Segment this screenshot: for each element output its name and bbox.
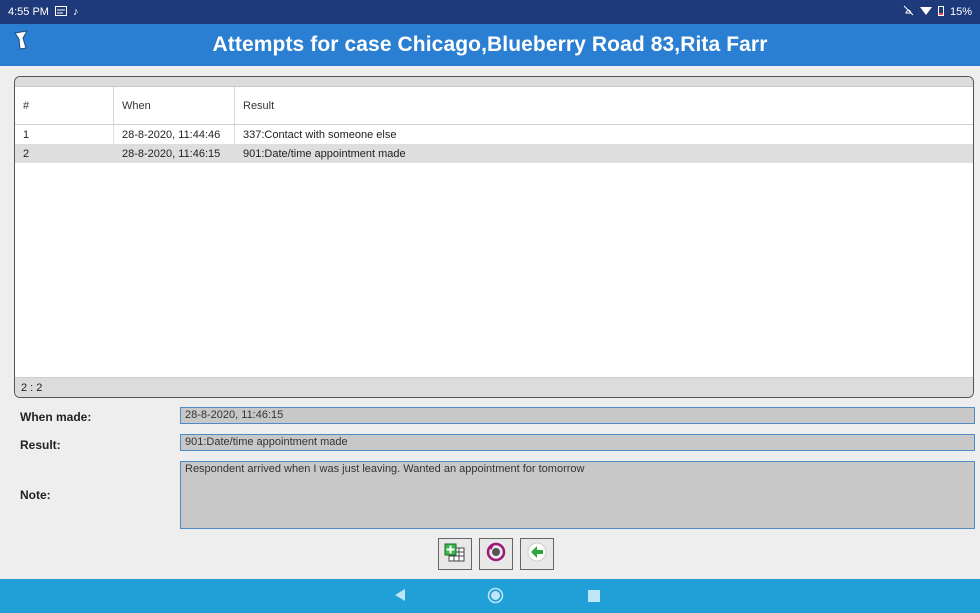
column-header-number[interactable]: # bbox=[15, 87, 114, 125]
attempts-table-panel: # When Result 1 28-8-2020, 11:44:46 337:… bbox=[14, 76, 974, 398]
battery-percent: 15% bbox=[949, 6, 972, 18]
nav-home-icon[interactable] bbox=[487, 587, 504, 609]
cell-when: 28-8-2020, 11:46:15 bbox=[113, 144, 235, 163]
attempts-table: # When Result 1 28-8-2020, 11:44:46 337:… bbox=[15, 87, 973, 163]
app-bar: Attempts for case Chicago,Blueberry Road… bbox=[0, 24, 980, 66]
note-label: Note: bbox=[20, 488, 51, 502]
record-counter: 2 : 2 bbox=[15, 377, 973, 397]
cell-result: 337:Contact with someone else bbox=[243, 128, 397, 141]
page-title: Attempts for case Chicago,Blueberry Road… bbox=[212, 33, 768, 56]
table-top-strip bbox=[15, 77, 973, 87]
table-header-row: # When Result bbox=[15, 87, 973, 125]
add-record-icon bbox=[444, 541, 466, 568]
nav-back-icon[interactable] bbox=[394, 588, 406, 607]
new-attempt-button[interactable] bbox=[438, 538, 472, 570]
reset-icon bbox=[485, 541, 507, 568]
app-logo-icon[interactable] bbox=[14, 30, 28, 52]
status-time: 4:55 PM bbox=[8, 6, 49, 18]
table-row[interactable]: 1 28-8-2020, 11:44:46 337:Contact with s… bbox=[15, 124, 973, 144]
reset-button[interactable] bbox=[479, 538, 513, 570]
cell-number: 1 bbox=[15, 124, 114, 144]
when-made-field[interactable]: 28-8-2020, 11:46:15 bbox=[180, 407, 975, 424]
back-button[interactable] bbox=[520, 538, 554, 570]
notification-icon bbox=[54, 5, 67, 19]
android-nav-bar bbox=[0, 579, 980, 613]
cell-result: 901:Date/time appointment made bbox=[234, 144, 973, 163]
table-row[interactable]: 2 28-8-2020, 11:46:15 901:Date/time appo… bbox=[15, 144, 973, 163]
result-label: Result: bbox=[20, 438, 61, 452]
when-made-label: When made: bbox=[20, 410, 92, 424]
column-header-when[interactable]: When bbox=[113, 87, 235, 125]
cell-number: 2 bbox=[15, 144, 114, 163]
arrow-left-icon bbox=[526, 541, 548, 568]
mute-icon bbox=[903, 5, 914, 19]
nav-recents-icon[interactable] bbox=[588, 589, 600, 607]
column-header-result[interactable]: Result bbox=[234, 87, 973, 125]
wifi-icon bbox=[919, 6, 932, 19]
battery-icon bbox=[937, 5, 944, 19]
result-field[interactable]: 901:Date/time appointment made bbox=[180, 434, 975, 451]
note-field[interactable]: Respondent arrived when I was just leavi… bbox=[180, 461, 975, 529]
music-note-icon: ♪ bbox=[72, 6, 79, 18]
cell-when: 28-8-2020, 11:44:46 bbox=[113, 124, 235, 144]
status-bar: 4:55 PM ♪ 15% bbox=[0, 0, 980, 24]
